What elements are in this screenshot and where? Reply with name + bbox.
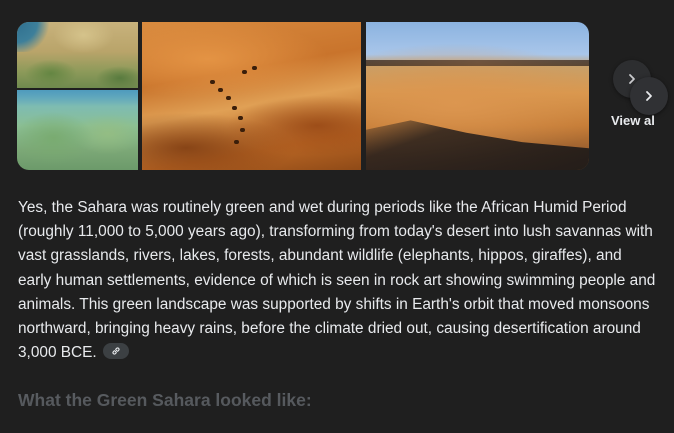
sahara-map-image-bottom[interactable] bbox=[17, 90, 138, 170]
camel-figure bbox=[252, 66, 257, 70]
sahara-dunes-image[interactable] bbox=[142, 22, 361, 170]
camel-figure bbox=[210, 80, 215, 84]
view-all-link[interactable]: View all bbox=[611, 113, 655, 128]
chevron-right-icon bbox=[646, 91, 652, 101]
camel-figure bbox=[240, 128, 245, 132]
carousel-next-button[interactable] bbox=[630, 77, 668, 115]
camel-figure bbox=[232, 106, 237, 110]
answer-text: Yes, the Sahara was routinely green and … bbox=[18, 199, 656, 362]
rock-foreground bbox=[366, 120, 589, 170]
sahara-map-image-top[interactable] bbox=[17, 22, 138, 88]
section-heading: What the Green Sahara looked like: bbox=[18, 390, 312, 410]
map-sea-area bbox=[17, 22, 51, 52]
sahara-rock-image[interactable] bbox=[366, 22, 589, 170]
camel-figure bbox=[238, 116, 243, 120]
link-icon bbox=[112, 347, 120, 355]
image-strip bbox=[17, 22, 674, 170]
camel-figure bbox=[242, 70, 247, 74]
camel-figure bbox=[218, 88, 223, 92]
ai-answer-paragraph: Yes, the Sahara was routinely green and … bbox=[18, 196, 658, 365]
horizon-band bbox=[366, 60, 589, 66]
camel-figure bbox=[234, 140, 239, 144]
map-coast-area bbox=[17, 90, 138, 106]
source-link-chip[interactable] bbox=[102, 343, 129, 360]
camel-figure bbox=[226, 96, 231, 100]
